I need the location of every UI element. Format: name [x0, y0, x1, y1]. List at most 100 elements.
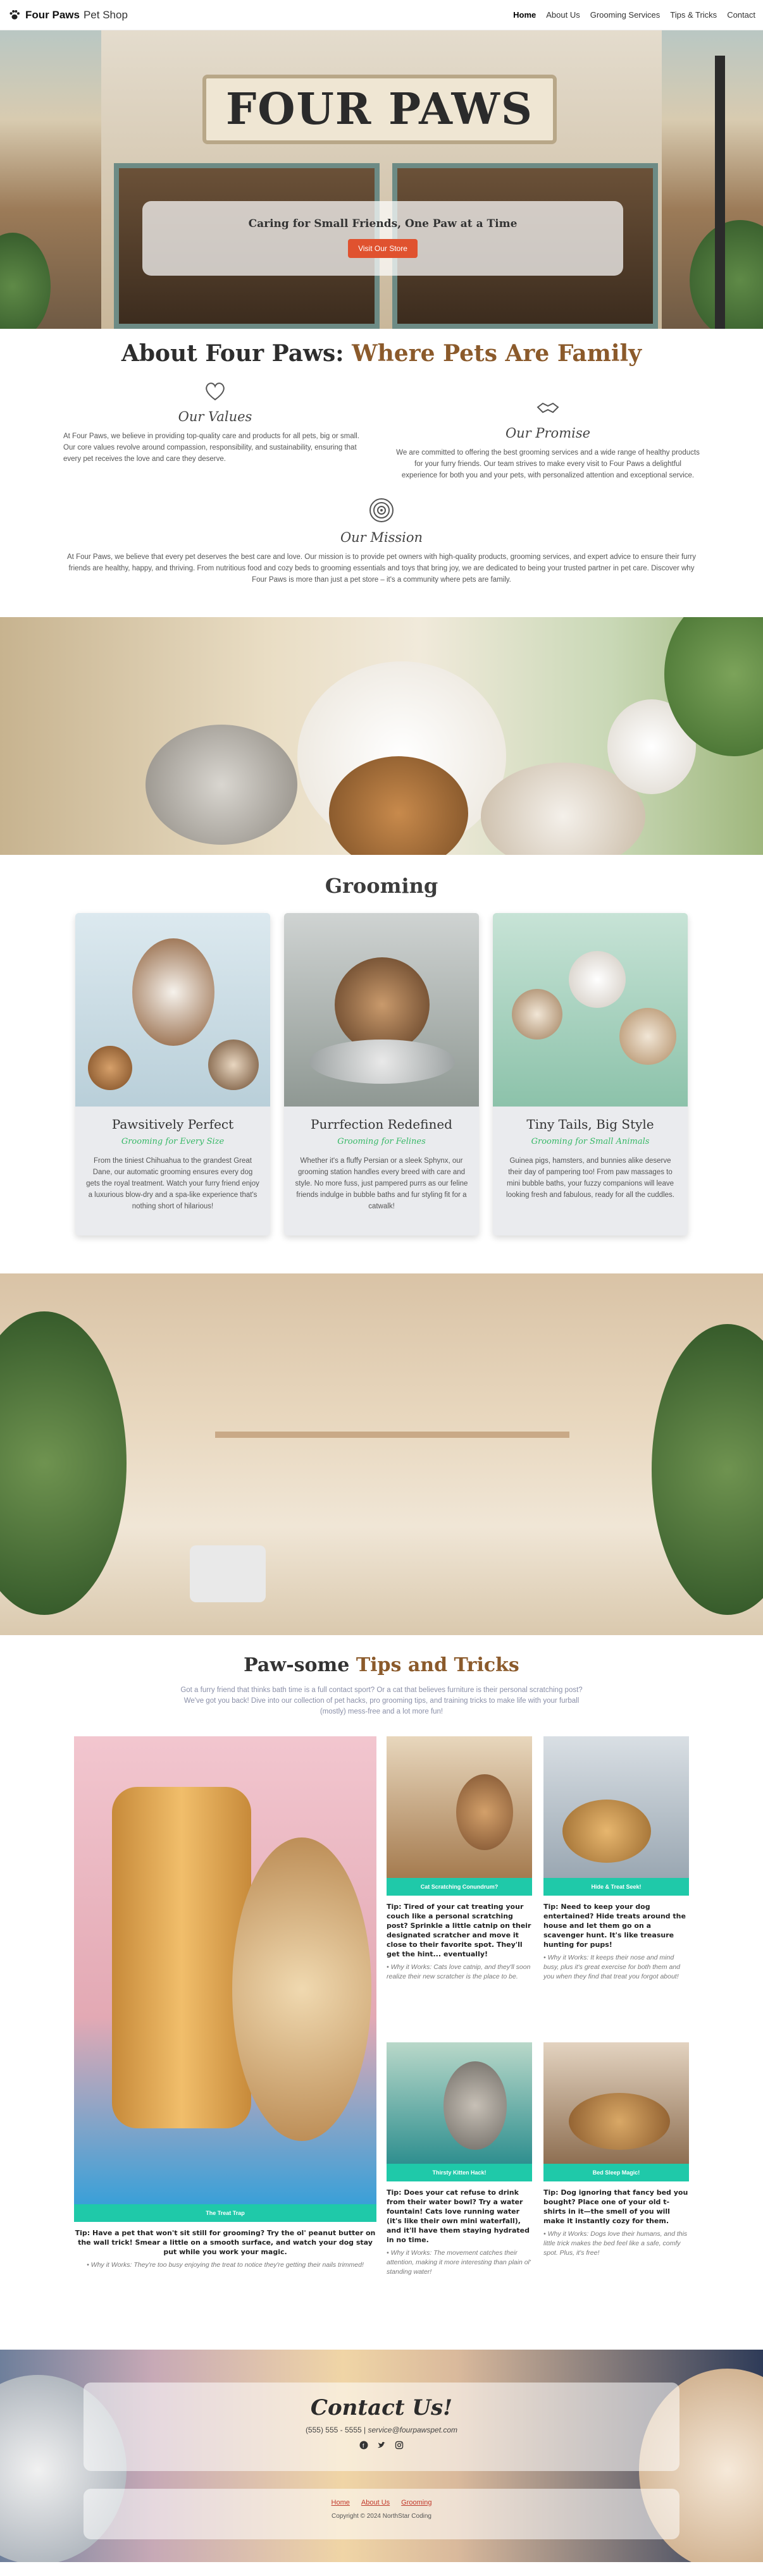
nav-tips[interactable]: Tips & Tricks — [670, 10, 717, 20]
tip-tile[interactable]: Thirsty Kitten Hack! Tip: Does your cat … — [387, 2042, 532, 2277]
street-lamp — [715, 56, 725, 329]
tip-caption: Cat Scratching Conundrum? — [387, 1878, 532, 1896]
contact-title: Contact Us! — [310, 2395, 453, 2420]
brand-suffix: Pet Shop — [83, 8, 128, 21]
tip-text: Tip: Have a pet that won't sit still for… — [75, 2229, 376, 2256]
card-subtitle: Grooming for Every Size — [121, 1137, 225, 1146]
card-title: Purrfection Redefined — [310, 1117, 452, 1132]
footer-link-grooming[interactable]: Grooming — [401, 2499, 431, 2506]
tip-image-dog-peanut-butter — [74, 1736, 376, 2204]
tips-title-prefix: Paw-some — [244, 1654, 356, 1676]
card-title: Tiny Tails, Big Style — [526, 1117, 654, 1132]
litter-box — [190, 1545, 266, 1602]
footer-links: Home About Us Grooming — [84, 2499, 679, 2506]
nav-about[interactable]: About Us — [546, 10, 580, 20]
tip-caption: Hide & Treat Seek! — [543, 1878, 689, 1896]
values-row: Our Values At Four Paws, we believe in p… — [63, 378, 700, 481]
shop-sign: FOUR PAWS — [202, 75, 557, 144]
tip-tile[interactable]: Cat Scratching Conundrum? Tip: Tired of … — [387, 1736, 532, 1982]
nav-grooming[interactable]: Grooming Services — [590, 10, 661, 20]
plant-decor — [652, 1324, 763, 1615]
mission-title: Our Mission — [340, 530, 423, 545]
tip-image-dog-treat-hunt — [543, 1736, 689, 1878]
facebook-icon[interactable]: f — [359, 2441, 368, 2450]
instagram-icon[interactable] — [395, 2441, 404, 2450]
dog-figure — [88, 1046, 132, 1090]
contact-separator: | — [361, 2426, 368, 2434]
brand-name: Four Paws — [25, 8, 80, 21]
tip-image-cat-scratcher — [387, 1736, 532, 1878]
cat-figure — [456, 1774, 513, 1850]
tip-why: • Why it Works: The movement catches the… — [387, 2249, 531, 2276]
tips-intro: Got a furry friend that thinks bath time… — [180, 1686, 583, 1715]
plant-decor — [0, 1311, 127, 1615]
copyright-text: Copyright © 2024 NorthStar Coding — [331, 2513, 431, 2520]
dog-figure — [208, 1040, 259, 1090]
tip-tile[interactable]: Bed Sleep Magic! Tip: Dog ignoring that … — [543, 2042, 689, 2258]
hero-tagline: Caring for Small Friends, One Paw at a T… — [248, 218, 518, 230]
grooming-card-dogs[interactable]: Pawsitively Perfect Grooming for Every S… — [75, 913, 270, 1236]
tip-image-dog-bed — [543, 2042, 689, 2164]
footer-panel: Home About Us Grooming Copyright © 2024 … — [84, 2489, 679, 2539]
twitter-icon[interactable] — [377, 2441, 386, 2450]
hero-banner: FOUR PAWS Caring for Small Friends, One … — [0, 30, 763, 329]
promise-text: We are committed to offering the best gr… — [396, 449, 700, 479]
promise-title: Our Promise — [505, 426, 591, 441]
bathtub — [309, 1040, 455, 1084]
hero-card: Caring for Small Friends, One Paw at a T… — [142, 201, 623, 276]
about-title: About Four Paws: Where Pets Are Family — [63, 340, 700, 367]
grooming-section: Grooming Pawsitively Perfect Grooming fo… — [0, 855, 763, 1273]
tip-why: • Why it Works: It keeps their nose and … — [543, 1954, 681, 1980]
dog-figure — [562, 1800, 651, 1863]
tip-text: Tip: Tired of your cat treating your cou… — [387, 1903, 531, 1958]
contact-phone[interactable]: (555) 555 - 5555 — [306, 2426, 362, 2434]
animal-figure — [569, 951, 626, 1008]
cat-grooming-image — [284, 913, 479, 1107]
mission-text: At Four Paws, we believe that every pet … — [67, 553, 696, 584]
visit-store-button[interactable]: Visit Our Store — [348, 239, 418, 258]
tip-text: Tip: Dog ignoring that fancy bed you bou… — [543, 2188, 688, 2225]
card-subtitle: Grooming for Felines — [337, 1137, 426, 1146]
grooming-salon-photo — [0, 1273, 763, 1635]
footer-link-about[interactable]: About Us — [361, 2499, 390, 2506]
heart-icon — [206, 383, 225, 401]
small-pets-photo — [0, 617, 763, 855]
grooming-card-small-animals[interactable]: Tiny Tails, Big Style Grooming for Small… — [493, 913, 688, 1236]
tips-section: Paw-some Tips and Tricks Got a furry fri… — [0, 1635, 763, 2350]
contact-panel: Contact Us! (555) 555 - 5555 | service@f… — [84, 2383, 679, 2471]
values-column: Our Values At Four Paws, we believe in p… — [63, 378, 367, 481]
about-section: About Four Paws: Where Pets Are Family O… — [0, 329, 763, 617]
rabbit-grey — [146, 725, 297, 845]
dog-figure — [232, 1837, 371, 2141]
social-links: f — [84, 2441, 679, 2450]
nav-contact[interactable]: Contact — [727, 10, 755, 20]
contact-email[interactable]: service@fourpawspet.com — [368, 2426, 457, 2434]
footer-link-home[interactable]: Home — [332, 2499, 350, 2506]
target-icon — [369, 498, 394, 522]
grooming-title: Grooming — [325, 874, 438, 898]
tree-decor — [0, 233, 51, 329]
values-title: Our Values — [178, 409, 252, 424]
dog-grooming-image — [75, 913, 270, 1107]
nav-links: Home About Us Grooming Services Tips & T… — [513, 10, 755, 20]
tip-tile[interactable]: The Treat Trap Tip: Have a pet that won'… — [74, 1736, 376, 2270]
tips-grid: The Treat Trap Tip: Have a pet that won'… — [74, 1736, 689, 2312]
tip-text: Tip: Does your cat refuse to drink from … — [387, 2188, 530, 2244]
tip-tile[interactable]: Hide & Treat Seek! Tip: Need to keep you… — [543, 1736, 689, 1982]
card-subtitle: Grooming for Small Animals — [531, 1137, 650, 1146]
handshake-icon — [537, 402, 559, 414]
about-title-prefix: About Four Paws: — [121, 340, 352, 367]
brand[interactable]: Four Paws Pet Shop — [8, 8, 128, 22]
paw-logo-icon — [9, 9, 20, 20]
small-animal-grooming-image — [493, 913, 688, 1107]
contact-line: (555) 555 - 5555 | service@fourpawspet.c… — [84, 2426, 679, 2434]
nav-home[interactable]: Home — [513, 10, 536, 20]
values-text: At Four Paws, we believe in providing to… — [63, 432, 359, 463]
mission-block: Our Mission At Four Paws, we believe tha… — [63, 496, 700, 586]
tips-title: Paw-some Tips and Tricks — [0, 1654, 763, 1676]
cat-figure — [335, 957, 430, 1052]
grooming-card-cats[interactable]: Purrfection Redefined Grooming for Felin… — [284, 913, 479, 1236]
tips-title-highlight: Tips and Tricks — [356, 1654, 519, 1676]
promise-column: Our Promise We are committed to offering… — [396, 395, 700, 481]
tip-why: • Why it Works: Dogs love their humans, … — [543, 2230, 688, 2257]
